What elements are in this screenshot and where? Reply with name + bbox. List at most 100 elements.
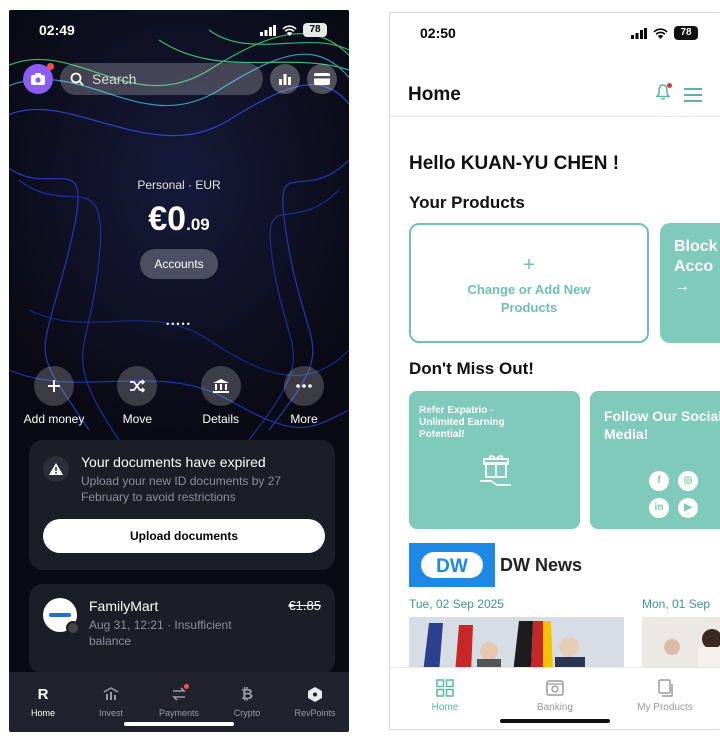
- youtube-icon[interactable]: ▶: [678, 498, 698, 518]
- details-label: Details: [202, 412, 239, 426]
- add-money-button[interactable]: Add money: [17, 366, 91, 426]
- account-label: Personal · EUR: [137, 178, 221, 192]
- search-input[interactable]: Search: [60, 63, 263, 95]
- documents-title: Your documents have expired: [81, 454, 266, 470]
- search-icon: [70, 72, 84, 86]
- refer-expatrio-card[interactable]: Refer Expatrio - Unlimited Earning Poten…: [409, 391, 580, 529]
- tab-invest-label: Invest: [98, 708, 123, 718]
- tab-banking-label: Banking: [536, 702, 574, 713]
- more-label: More: [290, 412, 318, 426]
- battery-icon: 78: [303, 23, 327, 37]
- status-bar: 02:50 78: [390, 13, 720, 53]
- profile-camera-button[interactable]: [23, 63, 54, 94]
- dw-logo: DW: [409, 543, 495, 587]
- status-indicators: 78: [260, 23, 327, 37]
- tab-payments-label: Payments: [158, 708, 200, 718]
- status-indicators: 78: [631, 26, 698, 40]
- notification-dot: [667, 83, 672, 88]
- status-bar: 02:49 78: [9, 10, 349, 50]
- warning-icon: [43, 456, 69, 482]
- camera-icon: [31, 73, 45, 85]
- notification-dot: [47, 63, 54, 70]
- balance-main: €0: [148, 200, 187, 238]
- transfer-icon: [172, 687, 186, 701]
- tab-home-label: Home: [30, 708, 55, 718]
- details-button[interactable]: Details: [184, 366, 258, 426]
- blocked-account-card[interactable]: Block Acco →: [660, 223, 720, 343]
- safe-icon: [546, 680, 564, 696]
- wifi-icon: [653, 27, 668, 39]
- tab-my-products-label: My Products: [637, 702, 693, 713]
- dw-news-heading: DW News: [500, 555, 583, 575]
- linkedin-icon[interactable]: in: [649, 498, 669, 518]
- dont-miss-out-heading: Don't Miss Out!: [409, 359, 534, 378]
- upload-documents-button[interactable]: Upload documents: [43, 519, 325, 553]
- dw-logo-text: DW: [436, 556, 468, 577]
- grid-icon: [436, 679, 454, 697]
- news-date-2: Mon, 01 Sep: [642, 597, 711, 611]
- follow-social-media-card[interactable]: Follow Our Social Media! f ◎ in ▶: [590, 391, 720, 529]
- ellipsis-icon: [296, 384, 312, 388]
- top-bar: Search: [23, 62, 337, 96]
- documents-subtitle: Upload your new ID documents by 27 Febru…: [81, 474, 282, 504]
- more-button[interactable]: More: [267, 366, 341, 426]
- revolut-phone-screen: 02:49 78 Search Personal · EUR €0.09 Acc…: [9, 10, 349, 732]
- hexagon-icon: [308, 686, 322, 702]
- instagram-icon[interactable]: ◎: [678, 471, 698, 491]
- arrow-right-icon: →: [674, 278, 690, 295]
- facebook-icon[interactable]: f: [649, 471, 669, 491]
- tab-home-label: Home: [431, 702, 459, 713]
- tab-home[interactable]: R Home: [15, 684, 71, 732]
- menu-icon[interactable]: [684, 87, 702, 102]
- refer-label: Refer Expatrio - Unlimited Earning Poten…: [419, 405, 505, 440]
- news-image-2[interactable]: [642, 617, 720, 673]
- cards-button[interactable]: [307, 64, 337, 94]
- page-title: Home: [408, 83, 461, 105]
- add-money-label: Add money: [23, 412, 85, 426]
- transaction-merchant: FamilyMart: [89, 598, 159, 614]
- bitcoin-icon: ₿: [240, 685, 254, 703]
- move-button[interactable]: Move: [100, 366, 174, 426]
- invest-icon: [103, 687, 119, 700]
- expatrio-phone-screen: 02:50 78 Home Hello KUAN-YU CHEN ! Your …: [389, 12, 720, 730]
- greeting: Hello KUAN-YU CHEN !: [409, 153, 620, 174]
- news-date-1: Tue, 02 Sep 2025: [409, 597, 504, 611]
- move-label: Move: [122, 412, 152, 426]
- tab-home[interactable]: Home: [390, 678, 500, 729]
- wifi-icon: [282, 24, 297, 36]
- social-label: Follow Our Social Media!: [604, 408, 720, 442]
- tab-revpoints[interactable]: RevPoints: [287, 684, 343, 732]
- home-indicator: [124, 722, 234, 726]
- search-placeholder: Search: [92, 71, 137, 87]
- declined-badge-icon: [66, 621, 80, 635]
- status-time: 02:49: [39, 22, 75, 38]
- card-icon: [314, 73, 330, 85]
- accounts-button[interactable]: Accounts: [140, 249, 218, 279]
- tab-my-products[interactable]: My Products: [610, 678, 720, 729]
- account-balance: €0.09: [9, 200, 349, 239]
- gift-hand-icon: [480, 455, 511, 486]
- change-add-products-label: Change or Add New Products: [467, 282, 591, 315]
- status-time: 02:50: [420, 25, 456, 41]
- plus-icon: [48, 380, 60, 392]
- copy-icon: [658, 679, 673, 697]
- balance-cents: .09: [186, 215, 210, 234]
- blocked-account-label-1: Block: [674, 238, 718, 255]
- balance-section: Personal · EUR €0.09 Accounts: [9, 178, 349, 279]
- transaction-amount: €1.85: [288, 598, 321, 613]
- bank-icon: [212, 379, 229, 393]
- app-header: Home: [390, 73, 720, 117]
- analytics-button[interactable]: [270, 64, 300, 94]
- change-add-products-card[interactable]: + Change or Add New Products: [409, 223, 649, 343]
- quick-actions: Add money Move Details More: [17, 366, 341, 426]
- plus-icon: +: [523, 254, 535, 276]
- notifications-button[interactable]: [655, 83, 672, 105]
- tab-crypto-label: Crypto: [233, 708, 261, 718]
- page-indicator[interactable]: •••••: [9, 319, 349, 329]
- blocked-account-label-2: Acco: [674, 258, 714, 275]
- transaction-row[interactable]: FamilyMart Aug 31, 12:21 · Insufficient …: [29, 584, 335, 674]
- home-indicator: [500, 719, 610, 723]
- news-image-1[interactable]: [409, 617, 624, 673]
- tab-revpoints-label: RevPoints: [294, 708, 336, 718]
- signal-icon: [260, 24, 276, 36]
